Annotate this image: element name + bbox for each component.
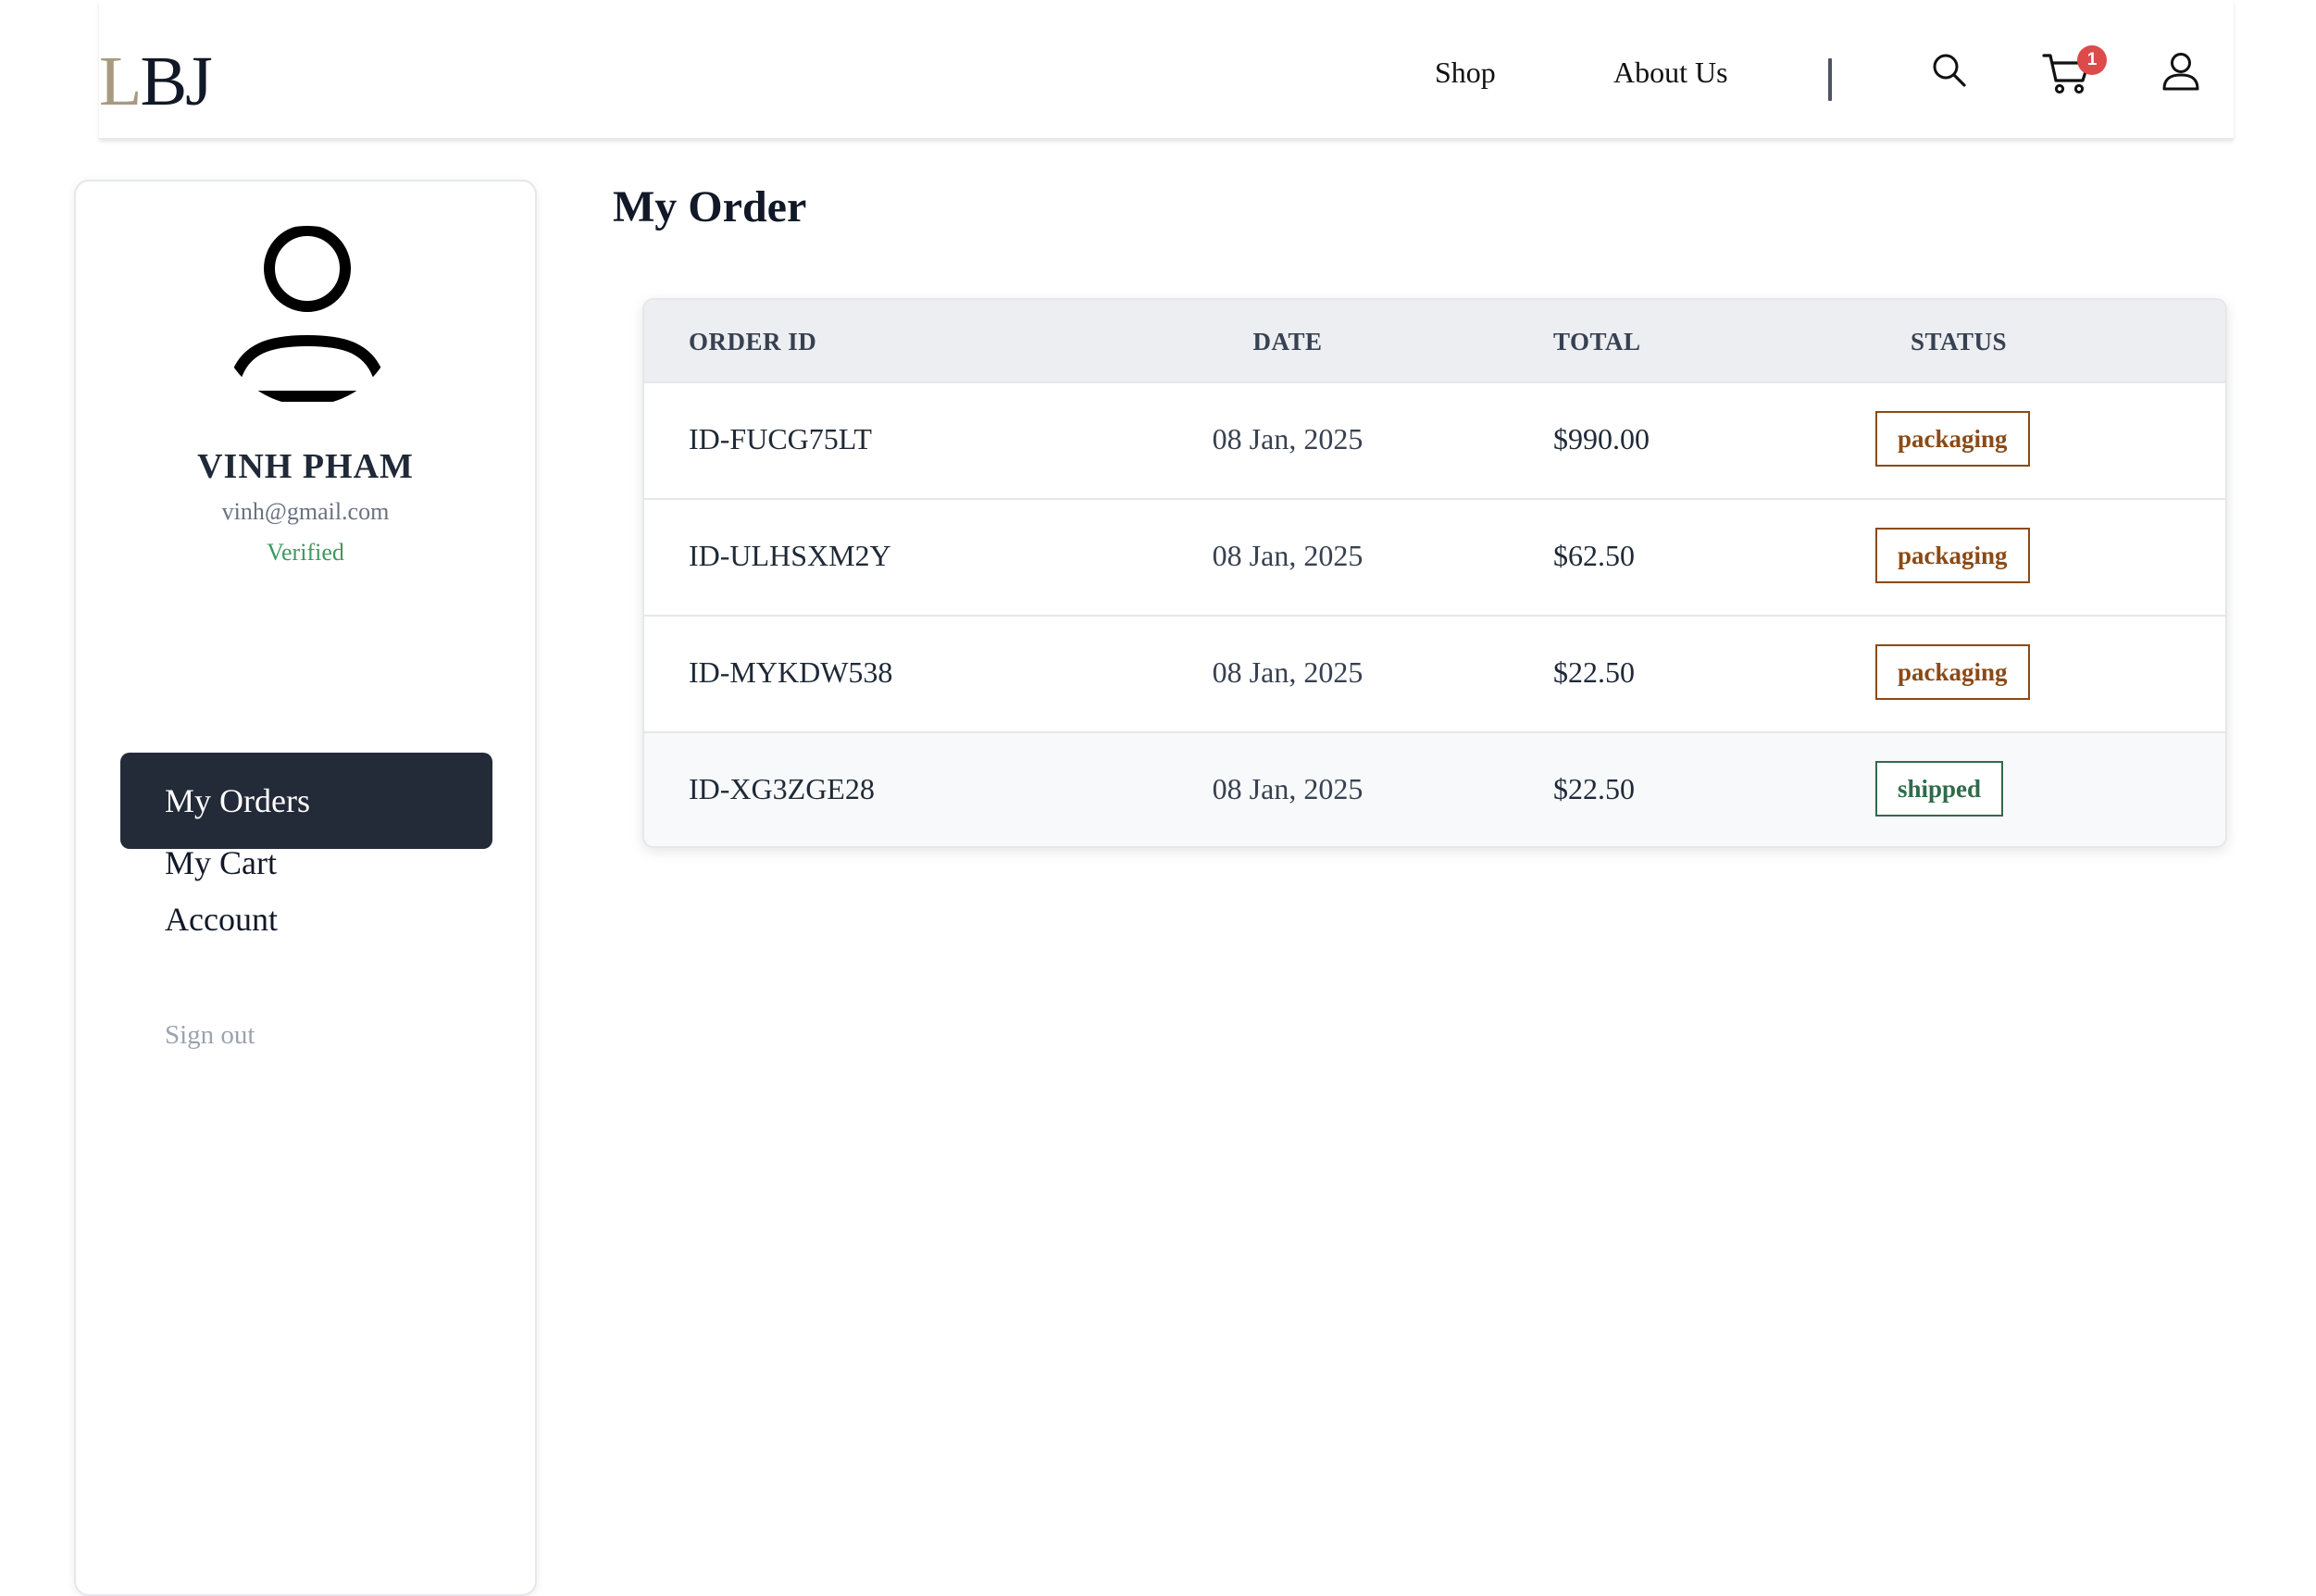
table-row[interactable]: ID-FUCG75LT 08 Jan, 2025 $990.00 packagi… (644, 381, 2225, 498)
table-row[interactable]: ID-ULHSXM2Y 08 Jan, 2025 $62.50 packagin… (644, 498, 2225, 615)
nav-shop-link[interactable]: Shop (1435, 56, 1496, 90)
table-row[interactable]: ID-XG3ZGE28 08 Jan, 2025 $22.50 shipped (644, 731, 2225, 846)
order-total: $22.50 (1553, 655, 1635, 689)
table-header: ORDER ID DATE TOTAL STATUS (644, 300, 2225, 381)
search-icon[interactable] (1929, 50, 1970, 91)
order-total: $990.00 (1553, 422, 1650, 455)
verified-status: Verified (267, 539, 344, 566)
order-id: ID-MYKDW538 (689, 655, 893, 689)
nav-divider (1828, 58, 1832, 101)
status-badge: packaging (1875, 411, 2030, 467)
logo-bj: BJ (140, 43, 212, 120)
order-date: 08 Jan, 2025 (1212, 772, 1363, 805)
user-avatar-icon (230, 226, 385, 402)
logo[interactable]: L BJ (99, 43, 213, 120)
menu-account[interactable]: Account (120, 871, 492, 967)
table-row[interactable]: ID-MYKDW538 08 Jan, 2025 $22.50 packagin… (644, 615, 2225, 731)
profile-name: VINH PHAM (197, 447, 414, 486)
menu-my-orders[interactable]: My Orders (120, 753, 492, 849)
cart-count-badge: 1 (2077, 45, 2107, 75)
account-sidebar: VINH PHAM vinh@gmail.com Verified My Car… (74, 180, 537, 1596)
user-icon[interactable] (2160, 50, 2201, 93)
column-header-total: TOTAL (1553, 328, 1641, 355)
order-date: 08 Jan, 2025 (1212, 422, 1363, 455)
column-header-date: DATE (1252, 328, 1323, 355)
order-total: $22.50 (1553, 772, 1635, 805)
order-total: $62.50 (1553, 539, 1635, 572)
avatar (215, 226, 400, 405)
status-badge: shipped (1875, 761, 2004, 817)
page-title: My Order (613, 182, 807, 231)
column-header-status: STATUS (1910, 328, 2008, 355)
site-header: L BJ Shop About Us (99, 0, 2234, 139)
orders-table: ORDER ID DATE TOTAL STATUS ID-FUCG75LT 0… (642, 298, 2227, 848)
order-date: 08 Jan, 2025 (1212, 655, 1363, 689)
status-badge: packaging (1875, 528, 2030, 583)
sign-out-link[interactable]: Sign out (165, 1020, 255, 1051)
order-id: ID-FUCG75LT (689, 422, 872, 455)
profile-email: vinh@gmail.com (221, 498, 390, 525)
column-header-order-id: ORDER ID (689, 328, 817, 355)
order-id: ID-ULHSXM2Y (689, 539, 891, 572)
menu-my-orders-label: My Orders (165, 782, 310, 819)
status-badge: packaging (1875, 644, 2030, 700)
menu-account-label: Account (165, 901, 278, 938)
nav-about-link[interactable]: About Us (1613, 56, 1728, 90)
logo-l: L (99, 43, 142, 120)
order-date: 08 Jan, 2025 (1212, 539, 1363, 572)
order-id: ID-XG3ZGE28 (689, 772, 875, 805)
